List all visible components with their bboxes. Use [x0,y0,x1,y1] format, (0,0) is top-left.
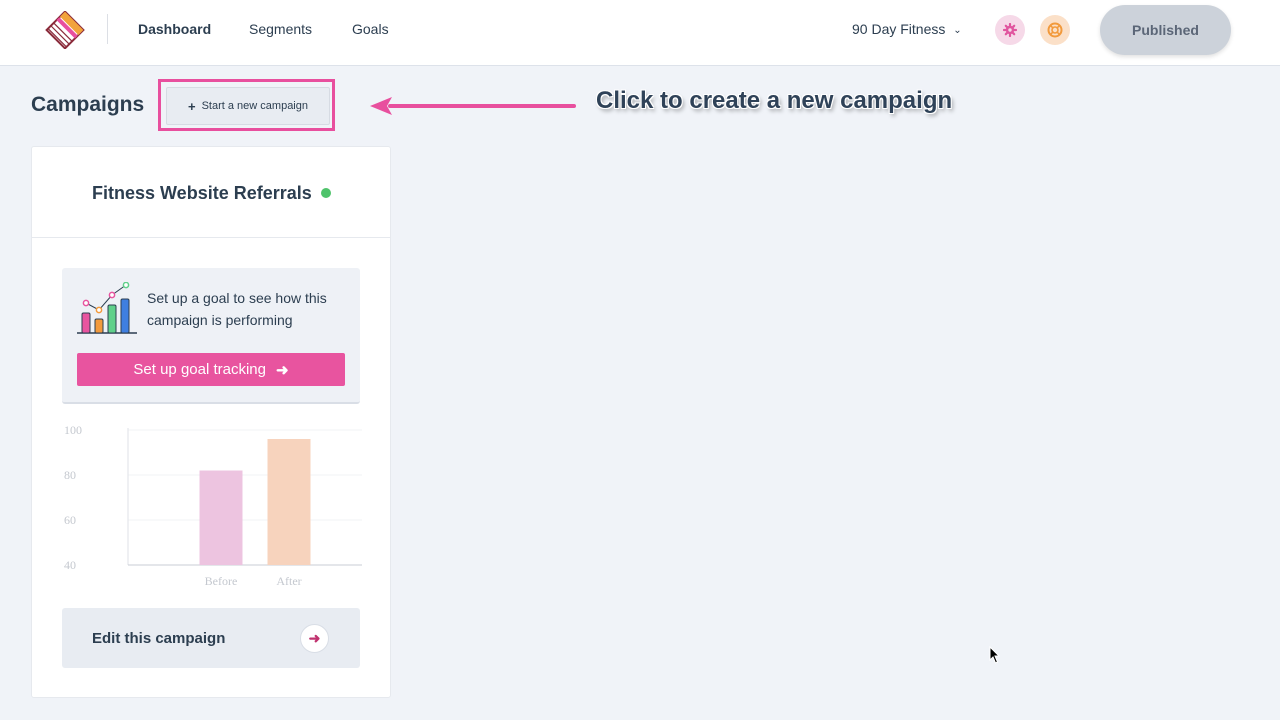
start-new-campaign-label: Start a new campaign [201,100,308,112]
campaign-card-header: Fitness Website Referrals [32,147,390,238]
nav-goals[interactable]: Goals [352,21,389,37]
nav-divider [107,14,108,44]
campaign-title[interactable]: Fitness Website Referrals [92,183,312,204]
y-tick-label: 80 [64,468,76,482]
mouse-cursor-icon [989,646,1001,664]
publish-button[interactable]: Published [1100,5,1231,55]
y-tick-label: 40 [64,558,76,572]
x-tick-label: Before [205,574,238,588]
callout-text: Click to create a new campaign [596,87,953,114]
status-indicator [321,188,331,198]
edit-campaign-row[interactable]: Edit this campaign ➜ [62,608,360,668]
bar-before [199,470,243,565]
nav-segments[interactable]: Segments [249,21,312,37]
y-tick-label: 100 [64,423,82,437]
start-new-campaign-button[interactable]: + Start a new campaign [166,87,330,125]
edit-campaign-label: Edit this campaign [92,630,226,647]
chevron-down-icon: ⌄ [953,25,962,36]
campaign-card: Fitness Website Referrals Set up a goal … [31,146,391,698]
logo-icon[interactable] [44,11,86,49]
site-selector[interactable]: 90 Day Fitness ⌄ [852,21,962,37]
arrow-right-icon: ➜ [276,361,289,379]
gear-icon [1003,23,1017,37]
lifebuoy-icon [1047,22,1063,38]
goal-prompt-text: Set up a goal to see how this campaign i… [147,290,327,328]
setup-goal-tracking-button[interactable]: Set up goal tracking ➜ [77,353,345,386]
x-tick-label: After [276,574,301,588]
chart-illustration-icon [77,282,137,334]
before-after-chart: 40 60 80 100 Before After [64,423,362,588]
callout-arrow-icon [370,97,576,115]
setup-goal-tracking-label: Set up goal tracking [133,361,266,378]
top-navigation-bar: Dashboard Segments Goals 90 Day Fitness … [0,0,1280,66]
nav-dashboard[interactable]: Dashboard [138,21,211,37]
site-name: 90 Day Fitness [852,21,946,37]
goal-setup-panel: Set up a goal to see how this campaign i… [62,268,360,404]
bar-after [267,439,311,565]
y-tick-label: 60 [64,513,76,527]
page-title: Campaigns [31,93,145,116]
help-button[interactable] [1040,15,1070,45]
settings-button[interactable] [995,15,1025,45]
arrow-right-circle-icon[interactable]: ➜ [300,624,329,653]
plus-icon: + [188,98,196,114]
